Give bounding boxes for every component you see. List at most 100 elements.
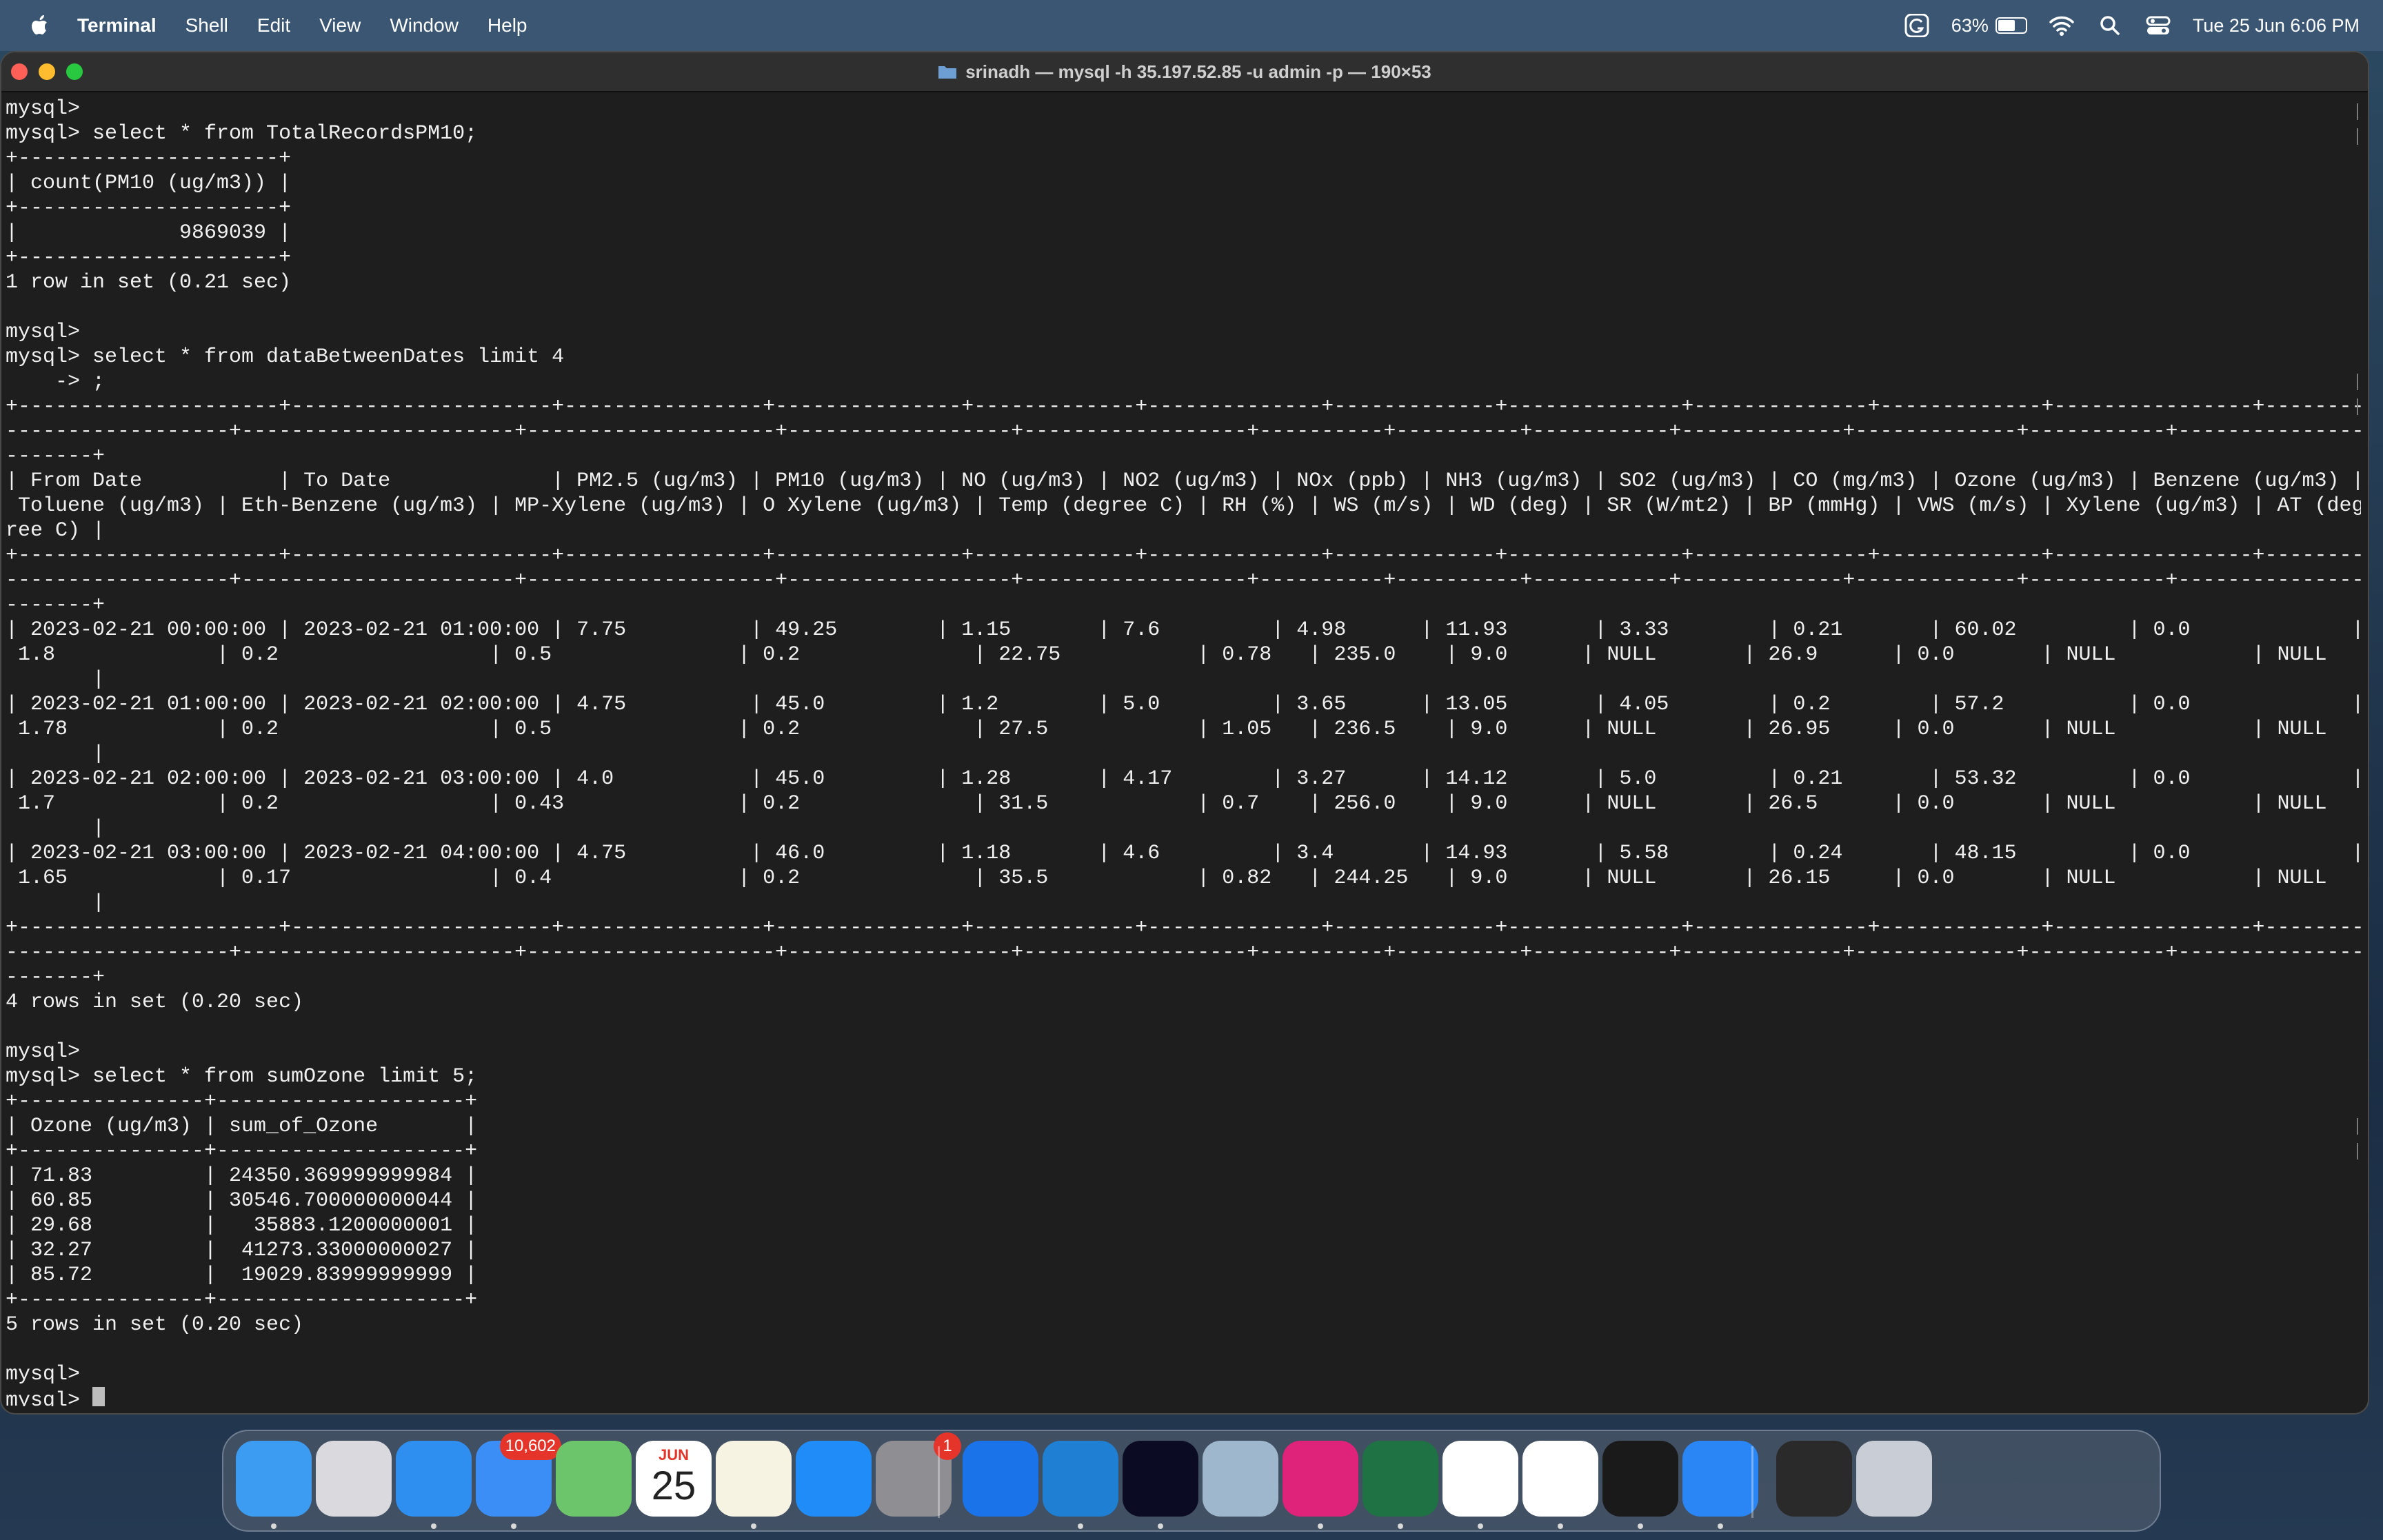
grammarly-icon[interactable]	[963, 1441, 1038, 1517]
excel-icon[interactable]	[1363, 1441, 1438, 1529]
terminal-line: | count(PM10 (ug/m3)) |	[6, 172, 292, 195]
terminal-line: ree C) |	[6, 519, 105, 543]
terminal-line: +---------------------+-----------------…	[6, 544, 2361, 567]
terminal-line: mysql>	[6, 1040, 81, 1064]
intellij-icon[interactable]	[1283, 1441, 1358, 1529]
calendar-month: JUN	[658, 1446, 689, 1463]
apple-menu-icon[interactable]	[26, 12, 54, 39]
notes-icon[interactable]	[716, 1441, 792, 1529]
safari-icon[interactable]	[396, 1441, 472, 1529]
menu-view[interactable]: View	[319, 14, 361, 37]
trash-icon[interactable]	[1856, 1441, 1932, 1517]
grammarly-status-icon[interactable]	[1903, 14, 1931, 37]
battery-fill	[1998, 20, 2015, 31]
calendar-day: 25	[651, 1463, 696, 1508]
terminal-line: -> ;	[6, 370, 105, 394]
running-indicator	[1478, 1523, 1483, 1529]
terminal-line: ------------------+---------------------…	[6, 569, 2361, 592]
app-store-icon[interactable]	[796, 1441, 872, 1517]
menu-help[interactable]: Help	[487, 14, 527, 37]
mail-icon[interactable]: 10,602	[476, 1432, 561, 1529]
terminal-line: +---------------------+	[6, 196, 292, 220]
status-area: 63% Tue 25 Jun 6:06 PM	[1903, 0, 2360, 51]
menu-edit[interactable]: Edit	[257, 14, 290, 37]
spotlight-search-icon[interactable]	[2096, 14, 2124, 37]
menu-shell[interactable]: Shell	[185, 14, 228, 37]
settings-icon[interactable]: 1	[876, 1432, 961, 1517]
menubar-clock[interactable]: Tue 25 Jun 6:06 PM	[2193, 15, 2360, 37]
terminal-line: -------+	[6, 966, 105, 989]
terminal-line: | 32.27 | 41273.33000000027 |	[6, 1239, 478, 1262]
terminal-line: +---------------------+	[6, 246, 292, 270]
terminal-line: | 2023-02-21 03:00:00 | 2023-02-21 04:00…	[6, 842, 2361, 865]
terminal-line: ------------------+---------------------…	[6, 941, 2361, 964]
apple-support-icon[interactable]	[1682, 1441, 1758, 1529]
battery-status[interactable]: 63%	[1951, 15, 2027, 37]
running-indicator	[1638, 1523, 1643, 1529]
running-indicator	[1318, 1523, 1323, 1529]
calendar-icon[interactable]: JUN 25	[636, 1441, 712, 1517]
terminal-line: |	[6, 668, 105, 691]
terminal-line: +---------------------+-----------------…	[6, 395, 2361, 418]
terminal-line: mysql> select * from TotalRecordsPM10;	[6, 122, 478, 145]
running-indicator	[1158, 1523, 1163, 1529]
terminal-line: mysql>	[6, 1363, 81, 1386]
terminal-line: | 71.83 | 24350.369999999984 |	[6, 1164, 478, 1188]
menu-window[interactable]: Window	[390, 14, 459, 37]
running-indicator	[271, 1523, 276, 1529]
terminal-line: |	[6, 742, 105, 766]
folder-icon	[938, 66, 957, 79]
terminal-line: |	[6, 891, 105, 915]
terminal-line: -------+	[6, 594, 105, 617]
active-prompt-line[interactable]: mysql>	[6, 1387, 2361, 1406]
running-indicator	[1718, 1523, 1723, 1529]
scrollback-marks	[2354, 97, 2358, 1406]
wifi-icon[interactable]	[2048, 14, 2075, 37]
terminal-output[interactable]: mysql> mysql> select * from TotalRecordsP…	[6, 97, 2361, 1406]
terminal-line: mysql> select * from dataBetweenDates li…	[6, 345, 565, 369]
terminal-line: | 85.72 | 19029.83999999999 |	[6, 1264, 478, 1287]
menu-bar: Terminal Shell Edit View Window Help 63%	[0, 0, 2383, 51]
minimize-window-button[interactable]	[39, 63, 55, 80]
traffic-lights	[11, 63, 83, 80]
control-center-icon[interactable]	[2144, 14, 2172, 37]
dock-separator	[938, 1446, 940, 1518]
battery-percent: 63%	[1951, 14, 1989, 36]
dock: 10,602 JUN 25 1	[222, 1430, 2161, 1532]
app-menu[interactable]: Terminal	[77, 14, 157, 37]
terminal-line: -------+	[6, 445, 105, 468]
launchpad-icon[interactable]	[316, 1441, 392, 1517]
terminal-line: | 2023-02-21 02:00:00 | 2023-02-21 03:00…	[6, 767, 2361, 791]
terminal-line: | 2023-02-21 00:00:00 | 2023-02-21 01:00…	[6, 618, 2361, 642]
running-indicator	[1078, 1523, 1083, 1529]
terminal-line: 4 rows in set (0.20 sec)	[6, 991, 304, 1014]
battery-icon	[1995, 17, 2027, 34]
terminal-line: | 9869039 |	[6, 221, 292, 245]
vscode-icon[interactable]	[1043, 1441, 1118, 1529]
terminal-line: | 2023-02-21 01:00:00 | 2023-02-21 02:00…	[6, 693, 2361, 716]
running-indicator	[511, 1523, 516, 1529]
chrome-icon[interactable]	[1522, 1441, 1598, 1529]
prompt: mysql>	[6, 1389, 93, 1406]
maps-icon[interactable]	[556, 1441, 632, 1517]
terminal-icon[interactable]	[1602, 1441, 1678, 1529]
terminal-line: 1.65 | 0.17 | 0.4 | 0.2 | 35.5 | 0.82 | …	[6, 867, 2327, 890]
notification-badge: 10,602	[499, 1432, 561, 1460]
slack-icon[interactable]	[1442, 1441, 1518, 1529]
dock-separator	[1751, 1446, 1753, 1518]
terminal-line: 1.7 | 0.2 | 0.43 | 0.2 | 31.5 | 0.7 | 25…	[6, 792, 2327, 815]
terminal-line: +---------------+--------------------+	[6, 1139, 478, 1163]
preview-icon[interactable]	[1203, 1441, 1278, 1517]
terminal-line: | 60.85 | 30546.700000000044 |	[6, 1189, 478, 1213]
window-titlebar[interactable]: srinadh — mysql -h 35.197.52.85 -u admin…	[1, 52, 2368, 92]
finder-icon[interactable]	[236, 1441, 312, 1529]
zoom-window-button[interactable]	[66, 63, 83, 80]
webstorm-icon[interactable]	[1123, 1441, 1198, 1529]
minimized-window-icon[interactable]	[1776, 1441, 1852, 1517]
terminal-line: |	[6, 817, 105, 840]
terminal-line: ------------------+---------------------…	[6, 420, 2361, 443]
close-window-button[interactable]	[11, 63, 28, 80]
terminal-line: +---------------------+-----------------…	[6, 916, 2361, 940]
running-indicator	[1398, 1523, 1403, 1529]
